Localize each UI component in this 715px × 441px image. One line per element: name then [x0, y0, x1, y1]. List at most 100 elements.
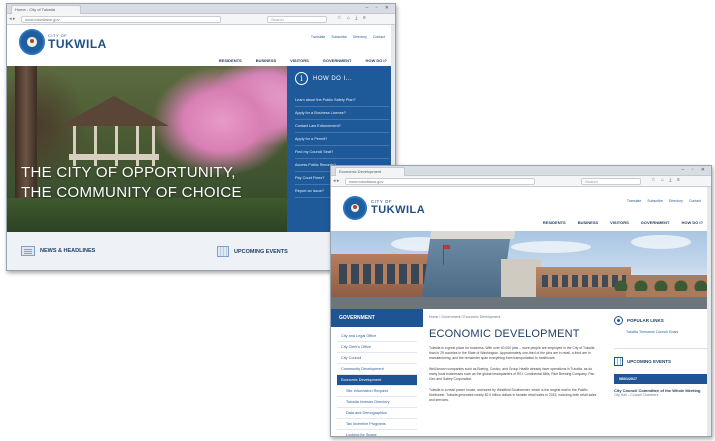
info-icon: i — [295, 72, 308, 85]
how-do-i-item[interactable]: Apply for a Business License? — [295, 107, 389, 120]
sidebar-item[interactable]: Looking for Space — [337, 430, 417, 436]
window-controls[interactable]: – ▫ ✕ — [365, 5, 392, 11]
gazebo-rail — [69, 154, 159, 160]
how-do-i-item[interactable]: Find my Council Seat? — [295, 146, 389, 159]
main-content: Home / Government / Economic Development… — [429, 309, 599, 436]
how-do-i-title: HOW DO I... — [313, 75, 353, 82]
sidebar-item[interactable]: Site Information Request — [337, 386, 417, 397]
popular-links-title: POPULAR LINKS — [627, 318, 664, 323]
city-logo[interactable]: CITY OF TUKWILA — [19, 29, 107, 55]
back-forward-icon[interactable]: ◂ ▸ — [9, 16, 15, 22]
main-nav: RESIDENTS BUSINESS VISITORS GOVERNMENT H… — [219, 58, 387, 63]
event-location: City Hall – Council Chambers — [614, 393, 659, 397]
how-do-i-item[interactable]: Contact Law Enforcement? — [295, 120, 389, 133]
calendar-icon — [614, 357, 623, 366]
divider — [614, 348, 709, 349]
body-paragraph: Tukwila is a retail power house, anchore… — [429, 388, 597, 402]
hero-image-gazebo: THE CITY OF OPPORTUNITY, THE COMMUNITY O… — [7, 66, 287, 232]
sidebar-item[interactable]: Community Development — [337, 364, 417, 375]
toolbar-icons[interactable]: ☆ ⌂ ⤓ ≡ — [337, 15, 368, 21]
page-title: ECONOMIC DEVELOPMENT — [429, 328, 580, 340]
how-do-i-item[interactable]: Apply for a Permit? — [295, 133, 389, 146]
browser-window-economic-development: Economic Development – ▫ ✕ ◂ ▸ www.tukwi… — [330, 165, 712, 437]
tab-bar: Home - City of Tukwila – ▫ ✕ — [7, 4, 395, 14]
upcoming-events-title: UPCOMING EVENTS — [627, 359, 672, 364]
nav-how-do-i[interactable]: HOW DO I? — [365, 58, 387, 63]
how-do-i-item[interactable]: Learn about the Public Safety Plan? — [295, 94, 389, 107]
scrollbar[interactable] — [707, 187, 711, 436]
city-logo[interactable]: CITY OF TUKWILA — [343, 196, 425, 220]
window-controls[interactable]: – ▫ ✕ — [681, 167, 708, 173]
cloud — [511, 241, 591, 253]
sidebar-item[interactable]: Tukwila Investor Directory — [337, 397, 417, 408]
utility-link-directory[interactable]: Directory — [353, 35, 367, 39]
breadcrumb[interactable]: Home / Government / Economic Development — [429, 315, 599, 319]
parking-lot — [331, 297, 711, 309]
city-seal-icon — [19, 29, 45, 55]
sidebar-item[interactable]: Tax Incentive Programs — [337, 419, 417, 430]
popular-links-heading: POPULAR LINKS — [614, 316, 709, 325]
calendar-icon — [217, 246, 229, 257]
nav-government[interactable]: GOVERNMENT — [641, 220, 670, 225]
nav-business[interactable]: BUSINESS — [578, 220, 598, 225]
toolbar-icons[interactable]: ☆ ⌂ ⤓ ≡ — [651, 177, 682, 183]
nav-residents[interactable]: RESIDENTS — [219, 58, 242, 63]
utility-link-translate[interactable]: Translate — [311, 35, 325, 39]
gazebo-roof — [59, 96, 169, 126]
logo-name: TUKWILA — [371, 203, 426, 216]
news-headlines-label: NEWS & HEADLINES — [40, 248, 96, 254]
news-headlines-link[interactable]: NEWS & HEADLINES — [21, 246, 95, 256]
upcoming-events-label: UPCOMING EVENTS — [234, 248, 288, 255]
building — [501, 259, 541, 299]
browser-tab[interactable]: Economic Development — [335, 167, 405, 176]
sidebar-item[interactable]: Data and Demographics — [337, 408, 417, 419]
nav-how-do-i[interactable]: HOW DO I? — [681, 220, 703, 225]
address-toolbar: ◂ ▸ www.tukwilawa.gov Search ☆ ⌂ ⤓ ≡ — [7, 14, 395, 25]
utility-link-directory[interactable]: Directory — [669, 199, 683, 203]
browser-search-input[interactable]: Search — [267, 16, 327, 23]
nav-visitors[interactable]: VISITORS — [290, 58, 309, 63]
gazebo-body — [73, 126, 155, 166]
government-sidebar: GOVERNMENT City and Legal Office City Cle… — [331, 309, 423, 436]
nav-visitors[interactable]: VISITORS — [610, 220, 629, 225]
sidebar-item[interactable]: City Council — [337, 353, 417, 364]
screenshot-collage: Home - City of Tukwila – ▫ ✕ ◂ ▸ www.tuk… — [0, 0, 715, 441]
sidebar-title: GOVERNMENT — [331, 309, 423, 327]
hero-image-shopping-center — [331, 231, 711, 309]
utility-link-subscribe[interactable]: Subscribe — [331, 35, 347, 39]
sidebar-item[interactable]: City and Legal Office — [337, 331, 417, 342]
utility-links: Translate Subscribe Directory Contact — [311, 35, 385, 39]
right-rail: POPULAR LINKS Tukwila Tomorrow Council G… — [614, 316, 709, 436]
sidebar-item-active[interactable]: Economic Development — [337, 375, 417, 386]
flag — [443, 245, 450, 265]
site-header: CITY OF TUKWILA Translate Subscribe Dire… — [7, 25, 395, 66]
nav-residents[interactable]: RESIDENTS — [543, 220, 566, 225]
browser-tab[interactable]: Home - City of Tukwila — [11, 5, 81, 14]
utility-link-subscribe[interactable]: Subscribe — [647, 199, 663, 203]
utility-links: Translate Subscribe Directory Contact — [627, 199, 701, 203]
logo-name: TUKWILA — [48, 37, 107, 51]
building-glass — [421, 237, 511, 299]
lawn — [7, 198, 287, 232]
utility-link-translate[interactable]: Translate — [627, 199, 641, 203]
sidebar-list: City and Legal Office City Clerk's Office… — [331, 327, 423, 436]
newspaper-icon — [21, 246, 35, 256]
address-bar[interactable]: www.tukwilawa.gov — [345, 178, 535, 185]
utility-link-contact[interactable]: Contact — [373, 35, 385, 39]
sidebar-item[interactable]: City Clerk's Office — [337, 342, 417, 353]
back-forward-icon[interactable]: ◂ ▸ — [333, 178, 339, 184]
main-nav: RESIDENTS BUSINESS VISITORS GOVERNMENT H… — [543, 220, 703, 225]
address-toolbar: ◂ ▸ www.tukwilawa.gov Search ☆ ⌂ ⤓ ≡ — [331, 176, 711, 187]
browser-search-input[interactable]: Search — [581, 178, 641, 185]
nav-business[interactable]: BUSINESS — [256, 58, 276, 63]
nav-government[interactable]: GOVERNMENT — [323, 58, 352, 63]
cloud — [631, 235, 691, 249]
pin-icon — [614, 316, 623, 325]
body-paragraph: Tukwila is a great place for business. W… — [429, 346, 595, 360]
upcoming-events-link[interactable]: UPCOMING EVENTS — [217, 246, 288, 257]
site-header: CITY OF TUKWILA Translate Subscribe Dire… — [331, 187, 711, 231]
address-bar[interactable]: www.tukwilawa.gov — [21, 16, 221, 23]
utility-link-contact[interactable]: Contact — [689, 199, 701, 203]
tab-bar: Economic Development – ▫ ✕ — [331, 166, 711, 176]
popular-link[interactable]: Tukwila Tomorrow Council Goals — [626, 330, 709, 334]
